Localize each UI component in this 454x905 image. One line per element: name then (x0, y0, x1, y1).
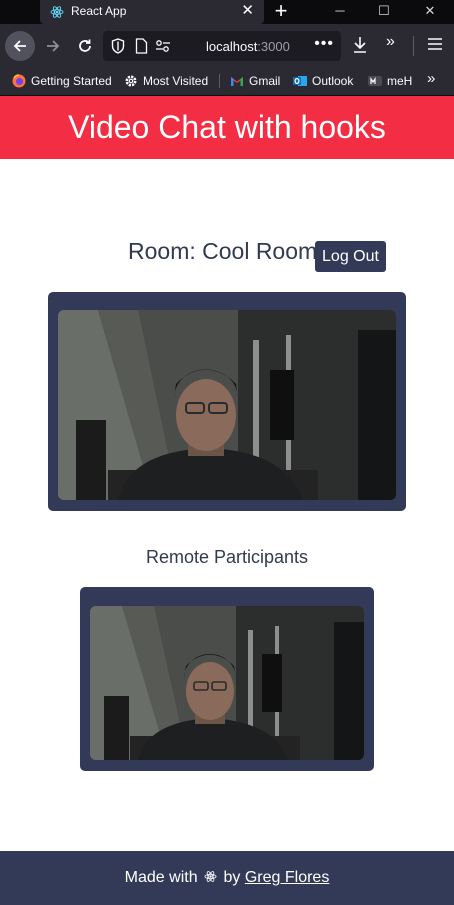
download-icon[interactable] (352, 36, 368, 54)
new-tab-icon[interactable]: + (270, 0, 292, 24)
browser-tab[interactable]: React App ✕ (40, 0, 264, 24)
window-close-icon[interactable]: ✕ (416, 1, 444, 21)
local-video-frame (58, 310, 396, 500)
back-button[interactable] (5, 31, 35, 61)
page-actions-icon[interactable]: ••• (314, 35, 334, 53)
bookmark-outlook[interactable]: Outlook (293, 73, 353, 89)
reload-button[interactable] (70, 31, 100, 61)
footer-made-with: Made with (124, 869, 198, 886)
reload-icon (79, 39, 91, 52)
bookmarks-overflow-icon[interactable]: » (427, 70, 435, 87)
remote-participants-heading: Remote Participants (145, 547, 309, 567)
react-logo-icon (204, 871, 217, 882)
forward-button[interactable] (38, 31, 68, 61)
back-arrow-icon (13, 40, 26, 52)
bookmark-label: Outlook (312, 74, 354, 88)
local-participant-card (48, 292, 406, 511)
overflow-chevron-icon[interactable]: » (386, 33, 395, 51)
maximize-icon[interactable]: ☐ (370, 1, 398, 21)
firefox-icon (12, 74, 26, 88)
permissions-icon[interactable] (155, 39, 171, 53)
remote-participant-card (80, 587, 374, 771)
forward-arrow-icon (47, 40, 60, 52)
toolbar-separator (413, 36, 414, 56)
minimize-icon[interactable]: ─ (326, 1, 354, 21)
app-header: Video Chat with hooks (0, 96, 454, 159)
react-logo-icon (50, 6, 64, 18)
app-footer: Made with by Greg Flores (0, 851, 454, 905)
meh-icon (368, 76, 382, 86)
page-icon[interactable] (135, 38, 148, 54)
hamburger-menu-icon[interactable] (427, 36, 443, 52)
remote-video-frame (90, 606, 364, 760)
bookmark-label: Gmail (249, 74, 281, 88)
browser-navbar: localhost:3000 ••• » (0, 24, 454, 66)
bookmark-label: Getting Started (31, 74, 112, 88)
app-page: Video Chat with hooks Room: Cool Room Lo… (0, 96, 454, 905)
bookmark-label: Most Visited (143, 74, 209, 88)
bookmark-meh[interactable]: meH (368, 73, 412, 89)
url-text[interactable]: localhost:3000 (206, 39, 290, 54)
local-video (58, 310, 396, 500)
tab-close-icon[interactable]: ✕ (241, 2, 254, 20)
bookmarks-bar: Getting Started Most Visited Gmail Outlo… (0, 66, 454, 96)
gmail-icon (231, 77, 243, 86)
tab-title: React App (71, 4, 127, 18)
footer-by: by (223, 869, 241, 886)
remote-video (90, 606, 364, 760)
bookmark-getting-started[interactable]: Getting Started (12, 73, 112, 89)
gear-icon (125, 75, 137, 87)
room-title: Room: Cool Room (128, 238, 318, 264)
bookmark-separator (219, 74, 220, 88)
bookmark-most-visited[interactable]: Most Visited (124, 73, 208, 89)
bookmark-label: meH (387, 74, 413, 88)
logout-button[interactable]: Log Out (315, 241, 386, 272)
outlook-icon (293, 76, 307, 86)
bookmark-gmail[interactable]: Gmail (230, 73, 280, 89)
author-link[interactable]: Greg Flores (245, 869, 329, 886)
browser-titlebar: React App ✕ + ─ ☐ ✕ (0, 0, 454, 24)
address-bar[interactable]: localhost:3000 ••• (103, 31, 341, 61)
shield-icon[interactable] (111, 38, 125, 54)
